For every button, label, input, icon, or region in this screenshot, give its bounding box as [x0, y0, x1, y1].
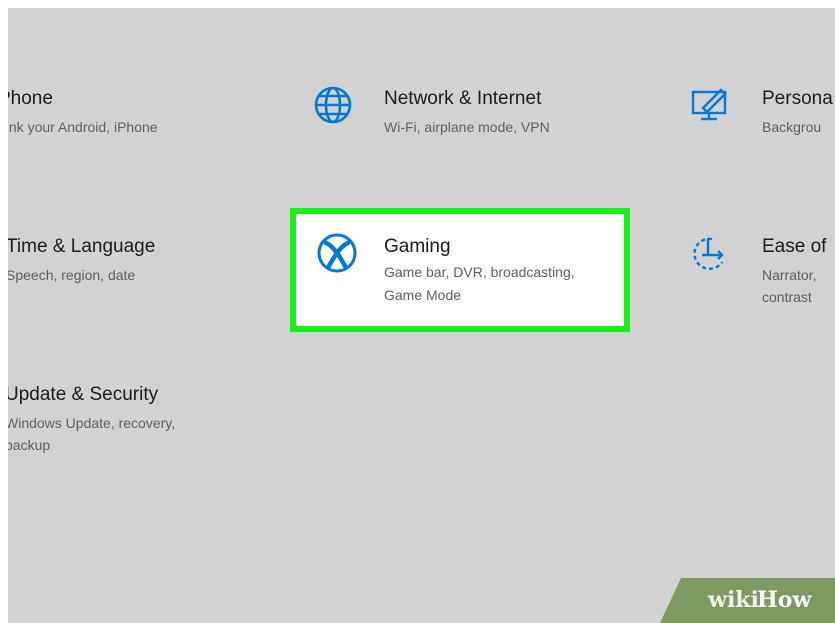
- tile-ease-of-access[interactable]: Ease of Narrator, contrast: [683, 228, 835, 318]
- tile-gaming-desc-2: Game Mode: [384, 287, 462, 303]
- tile-gaming[interactable]: Gaming Game bar, DVR, broadcasting, Game…: [290, 208, 630, 332]
- tile-phone[interactable]: Phone Link your Android, iPhone: [8, 78, 268, 148]
- tile-time-title: Time & Language: [8, 236, 156, 257]
- watermark-how: How: [757, 587, 812, 613]
- tile-personalization[interactable]: Persona Backgrou: [683, 78, 835, 148]
- tile-gaming-desc-1: Game bar, DVR, broadcasting,: [384, 264, 575, 280]
- tile-network-internet[interactable]: Network & Internet Wi-Fi, airplane mode,…: [308, 78, 628, 148]
- xbox-icon: [317, 233, 357, 273]
- wikihow-watermark: wiki How: [660, 578, 835, 623]
- tile-personalization-title: Persona: [762, 88, 833, 109]
- ease-of-access-icon: [693, 237, 724, 270]
- tile-network-title: Network & Internet: [384, 88, 542, 109]
- tile-update-desc-1: Windows Update, recovery,: [8, 415, 176, 431]
- tile-gaming-title: Gaming: [384, 236, 451, 257]
- tile-update-security[interactable]: Update & Security Windows Update, recove…: [8, 376, 268, 466]
- tile-update-desc-2: backup: [8, 437, 51, 453]
- tile-time-language[interactable]: Time & Language Speech, region, date: [8, 228, 268, 298]
- tile-network-desc: Wi-Fi, airplane mode, VPN: [384, 119, 550, 135]
- settings-panel: Phone Link your Android, iPhone Network …: [8, 8, 835, 623]
- tile-update-title: Update & Security: [8, 384, 159, 405]
- tile-personalization-desc: Backgrou: [762, 119, 822, 135]
- globe-icon: [314, 86, 352, 124]
- watermark-wiki: wiki: [708, 587, 759, 613]
- personalization-icon: [691, 88, 727, 121]
- tile-phone-desc: Link your Android, iPhone: [8, 119, 158, 135]
- tile-ease-title: Ease of: [762, 236, 827, 257]
- tile-ease-desc-2: contrast: [762, 289, 812, 305]
- tile-ease-desc-1: Narrator,: [762, 267, 817, 283]
- tile-time-desc: Speech, region, date: [8, 267, 136, 283]
- tile-phone-title: Phone: [8, 88, 53, 109]
